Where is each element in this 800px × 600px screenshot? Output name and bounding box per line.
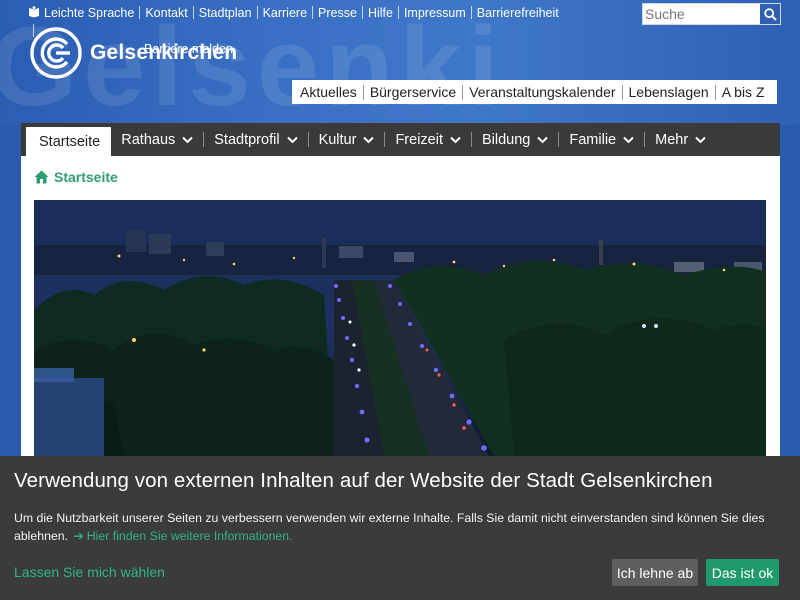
quicknav-veranstaltungskalender[interactable]: Veranstaltungskalender [463, 84, 621, 100]
link-karriere[interactable]: Karriere [263, 6, 307, 20]
site-logo[interactable]: Gelsenkirchen [30, 27, 237, 79]
logo-text: Gelsenkirchen [90, 41, 238, 64]
search-box [642, 3, 781, 25]
book-icon [29, 6, 39, 18]
quick-navigation: Aktuelles Bürgerservice Veranstaltungska… [292, 80, 777, 104]
breadcrumb: Startseite [34, 169, 118, 185]
cookie-banner: Verwendung von externen Inhalten auf der… [0, 456, 800, 600]
cookie-text-block: Um die Nutzbarkeit unserer Seiten zu ver… [14, 509, 789, 545]
link-hilfe[interactable]: Hilfe [368, 6, 393, 20]
link-kontakt[interactable]: Kontakt [145, 6, 187, 20]
city-night-photo [34, 200, 766, 456]
nav-tab-label: Freizeit [395, 131, 443, 148]
nav-tab-stadtprofil[interactable]: Stadtprofil [204, 123, 307, 156]
breadcrumb-link-startseite[interactable]: Startseite [54, 169, 118, 185]
quicknav-a-bis-z[interactable]: A bis Z [716, 84, 771, 100]
chevron-down-icon [363, 136, 375, 143]
nav-tab-startseite[interactable]: Startseite [26, 127, 112, 156]
logo-icon [30, 27, 82, 79]
main-navigation: Startseite Rathaus Stadtprofil Kultur Fr… [21, 123, 780, 156]
divider [361, 6, 363, 19]
quicknav-buergerservice[interactable]: Bürgerservice [364, 84, 462, 100]
nav-tab-label: Startseite [39, 133, 101, 150]
divider [256, 6, 258, 19]
search-button[interactable] [760, 4, 780, 24]
nav-tab-label: Rathaus [121, 131, 176, 148]
nav-tab-mehr[interactable]: Mehr [645, 123, 716, 156]
chevron-down-icon [623, 136, 634, 143]
home-icon [34, 170, 49, 184]
divider [470, 6, 472, 19]
link-presse[interactable]: Presse [318, 6, 357, 20]
choose-settings-link[interactable]: Lassen Sie mich wählen [14, 564, 165, 580]
nav-tab-freizeit[interactable]: Freizeit [385, 123, 471, 156]
arrow-right-icon: ➔ [73, 529, 84, 543]
divider [192, 6, 194, 19]
nav-tab-bildung[interactable]: Bildung [472, 123, 558, 156]
chevron-down-icon [537, 136, 549, 143]
divider [312, 6, 314, 19]
quicknav-aktuelles[interactable]: Aktuelles [294, 84, 363, 100]
cookie-title: Verwendung von externen Inhalten auf der… [14, 469, 713, 492]
nav-tab-label: Kultur [318, 131, 357, 148]
chevron-down-icon [450, 136, 461, 143]
hero-image[interactable] [34, 200, 766, 456]
link-stadtplan[interactable]: Stadtplan [199, 6, 252, 20]
nav-tab-familie[interactable]: Familie [559, 123, 644, 156]
nav-tab-label: Familie [569, 131, 617, 148]
accept-button[interactable]: Das ist ok [706, 559, 779, 586]
nav-tab-label: Stadtprofil [214, 131, 280, 148]
link-impressum[interactable]: Impressum [404, 6, 466, 20]
chevron-down-icon [286, 136, 298, 143]
divider [397, 6, 399, 19]
link-leichte-sprache[interactable]: Leichte Sprache [44, 6, 134, 20]
divider [139, 6, 141, 19]
more-info-link[interactable]: Hier finden Sie weitere Informationen. [87, 529, 293, 543]
nav-tab-kultur[interactable]: Kultur [309, 123, 385, 156]
chevron-down-icon [182, 136, 193, 143]
chevron-down-icon [695, 136, 706, 143]
search-input[interactable] [643, 4, 760, 24]
decline-button[interactable]: Ich lehne ab [612, 559, 698, 586]
link-barrierefreiheit[interactable]: Barrierefreiheit [477, 6, 559, 20]
search-icon [763, 7, 777, 21]
nav-tab-rathaus[interactable]: Rathaus [111, 123, 203, 156]
nav-tab-label: Bildung [482, 131, 531, 148]
nav-tab-label: Mehr [655, 131, 689, 148]
quicknav-lebenslagen[interactable]: Lebenslagen [623, 84, 715, 100]
